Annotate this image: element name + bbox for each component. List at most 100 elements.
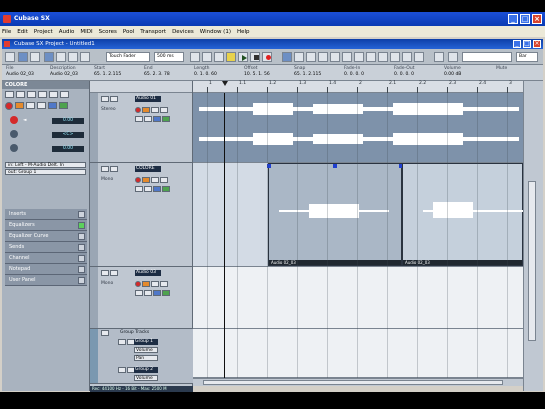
- section-channel[interactable]: Channel: [5, 253, 87, 264]
- record-button[interactable]: [262, 52, 272, 62]
- horizontal-scrollbar[interactable]: [193, 378, 523, 386]
- pan-value[interactable]: <C>: [52, 132, 84, 138]
- track-write-button[interactable]: [160, 177, 168, 183]
- stop-square-button[interactable]: [250, 52, 260, 62]
- track-record-button[interactable]: [135, 281, 141, 287]
- menu-project[interactable]: Project: [34, 29, 53, 35]
- section-toggle[interactable]: [78, 266, 85, 273]
- group-mute-button[interactable]: [118, 339, 126, 345]
- horizontal-scroll-thumb[interactable]: [203, 380, 503, 385]
- arrow-tool-icon[interactable]: [44, 52, 54, 62]
- info-snap[interactable]: Snap 65. 1. 2.115: [294, 66, 321, 78]
- section-sends[interactable]: Sends: [5, 242, 87, 253]
- track-eq-button[interactable]: [153, 116, 161, 122]
- track-name[interactable]: Audio 01: [135, 96, 161, 102]
- play-tool-icon[interactable]: [402, 52, 412, 62]
- inspector-freeze-button[interactable]: [16, 91, 25, 98]
- track-write-button[interactable]: [160, 281, 168, 287]
- track-write-button[interactable]: [160, 107, 168, 113]
- track-mute-button[interactable]: [101, 270, 109, 276]
- menu-scores[interactable]: Scores: [99, 29, 117, 35]
- track-audio-03[interactable]: Audio 03 Mono: [90, 267, 193, 329]
- track-record-button[interactable]: [135, 107, 141, 113]
- event-display[interactable]: Audio 02_03 Audio 02_03: [193, 93, 523, 378]
- track-mute-button[interactable]: [101, 166, 109, 172]
- section-equalizer-curve[interactable]: Equalizer Curve: [5, 231, 87, 242]
- group-tracks-folder[interactable]: Group Tracks Group 1 Volume Pan Group 2 …: [90, 329, 193, 384]
- inspector-lock-button[interactable]: [27, 91, 36, 98]
- section-inserts[interactable]: Inserts: [5, 209, 87, 220]
- input-routing-dropdown[interactable]: in: Left - M-Audio Delt. In: [5, 162, 86, 168]
- menu-devices[interactable]: Devices: [172, 29, 194, 35]
- menu-edit[interactable]: Edit: [17, 29, 28, 35]
- lane-audio-01[interactable]: [193, 93, 523, 163]
- info-description[interactable]: Description Audio 02_03: [50, 66, 78, 78]
- menu-audio[interactable]: Audio: [59, 29, 75, 35]
- snap-type-button[interactable]: [448, 52, 458, 62]
- infoline-toggle-button[interactable]: [30, 52, 40, 62]
- audio-event[interactable]: Audio 02_03: [402, 163, 523, 266]
- playhead-marker[interactable]: [222, 81, 228, 86]
- track-read-button[interactable]: [151, 107, 159, 113]
- menu-help[interactable]: Help: [237, 29, 250, 35]
- mute-button[interactable]: [48, 102, 57, 109]
- track-monitor-button[interactable]: [142, 107, 150, 113]
- track-eq-button[interactable]: [153, 290, 161, 296]
- info-file[interactable]: File Audio 02_03: [6, 66, 34, 78]
- inspector-toggle-button[interactable]: [18, 52, 28, 62]
- audio-event-selected[interactable]: Audio 02_03: [267, 163, 403, 266]
- record-enable-button[interactable]: [5, 102, 13, 110]
- timeline-ruler[interactable]: 1 1.1 1.2 1.3 1.4 2 2.1 2.2 2.3 2.4 3: [193, 81, 523, 93]
- activate-project-button[interactable]: [5, 52, 15, 62]
- track-record-button[interactable]: [135, 177, 141, 183]
- track-edit-button[interactable]: [135, 290, 143, 296]
- track-lock-button[interactable]: [144, 116, 152, 122]
- menu-transport[interactable]: Transport: [140, 29, 166, 35]
- lane-audio-03[interactable]: [193, 267, 523, 329]
- group-1-volume-field[interactable]: Volume: [134, 347, 158, 353]
- track-read-button[interactable]: [151, 281, 159, 287]
- glue-tool-icon[interactable]: [80, 52, 90, 62]
- delay-value[interactable]: 0.00: [52, 146, 84, 152]
- minimize-button[interactable]: _: [508, 14, 518, 24]
- snap-toggle-button[interactable]: [434, 52, 444, 62]
- track-colore[interactable]: COLORE Mono: [90, 163, 193, 267]
- volume-value[interactable]: 0.00: [52, 118, 84, 124]
- volume-knob[interactable]: [10, 116, 18, 124]
- section-toggle[interactable]: [78, 255, 85, 262]
- track-mute-button[interactable]: [101, 96, 109, 102]
- folder-expand-button[interactable]: [101, 330, 109, 336]
- monitor-button[interactable]: [15, 102, 24, 109]
- write-automation-button[interactable]: [37, 102, 46, 109]
- pan-knob[interactable]: [10, 130, 18, 138]
- section-toggle[interactable]: [78, 233, 85, 240]
- section-notepad[interactable]: Notepad: [5, 264, 87, 275]
- section-toggle[interactable]: [78, 244, 85, 251]
- cycle-button[interactable]: [214, 52, 224, 62]
- zoom-tool-icon[interactable]: [318, 52, 328, 62]
- pencil-tool-icon[interactable]: [294, 52, 304, 62]
- inspector-time-base-button[interactable]: [49, 91, 58, 98]
- group-2-name[interactable]: Group 2: [134, 367, 158, 373]
- section-toggle[interactable]: [78, 211, 85, 218]
- vertical-scrollbar[interactable]: [523, 81, 543, 391]
- section-toggle[interactable]: [78, 222, 85, 229]
- comp-tool-icon[interactable]: [414, 52, 424, 62]
- inspector-lane-button[interactable]: [38, 91, 47, 98]
- zoom-dropdown[interactable]: 500 ms: [154, 52, 184, 62]
- quantize-dropdown[interactable]: Bar: [516, 52, 538, 62]
- track-lock-button[interactable]: [144, 186, 152, 192]
- info-offset[interactable]: Offset 10. 5. 1. 56: [244, 66, 270, 78]
- info-fade-in[interactable]: Fade-In 0. 0. 0. 0: [344, 66, 364, 78]
- play-button[interactable]: [238, 52, 248, 62]
- section-equalizers[interactable]: Equalizers: [5, 220, 87, 231]
- track-monitor-button[interactable]: [142, 281, 150, 287]
- close-button[interactable]: ×: [532, 14, 542, 24]
- maximize-button[interactable]: □: [520, 14, 530, 24]
- project-maximize-button[interactable]: □: [523, 40, 531, 48]
- mute-tool-icon[interactable]: [330, 52, 340, 62]
- track-solo-button[interactable]: [110, 96, 118, 102]
- info-start[interactable]: Start 65. 1. 2.115: [94, 66, 121, 78]
- draw-tool-icon[interactable]: [378, 52, 388, 62]
- track-monitor-button[interactable]: [142, 177, 150, 183]
